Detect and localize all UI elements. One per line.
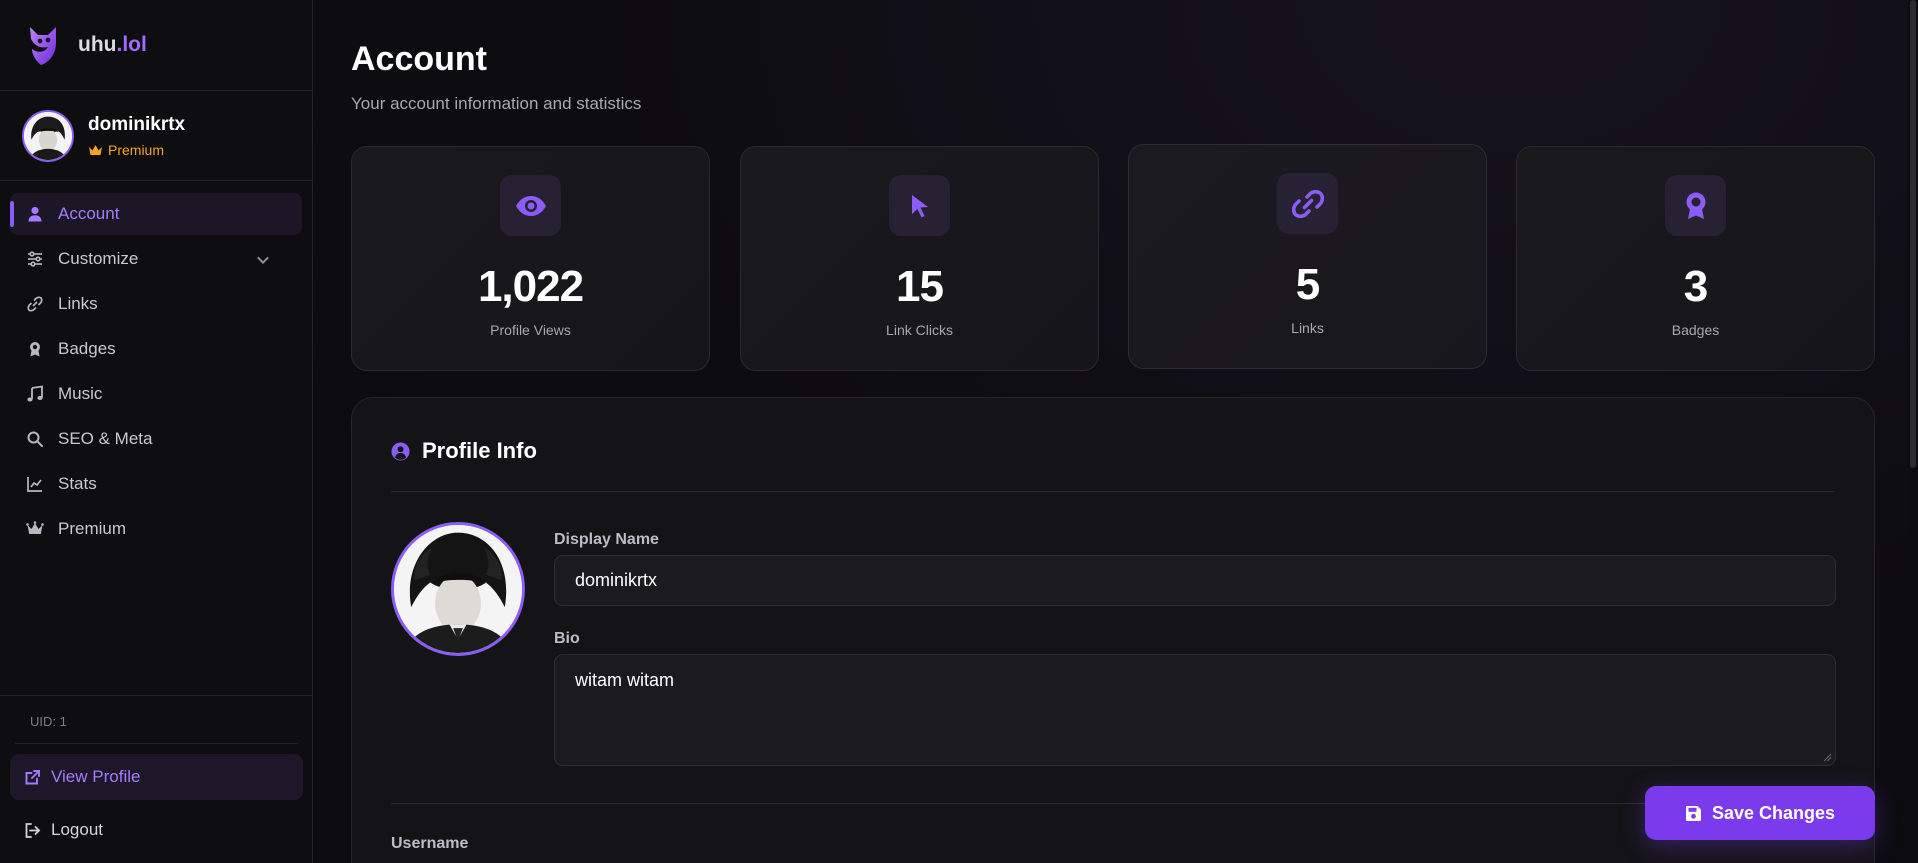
stat-label: Links [1291, 320, 1324, 336]
divider [391, 803, 1835, 804]
sidebar-item-links[interactable]: Links [10, 283, 302, 325]
display-name-input[interactable]: dominikrtx [554, 555, 1836, 606]
view-profile-button[interactable]: View Profile [10, 754, 303, 800]
link-icon [1291, 189, 1324, 218]
stat-value: 3 [1683, 262, 1709, 311]
sidebar-item-customize[interactable]: Customize [10, 238, 302, 280]
profile-avatar[interactable] [391, 522, 525, 656]
cursor-icon [911, 194, 928, 217]
page-title: Account [351, 40, 487, 78]
user-circle-icon [391, 442, 410, 460]
sliders-icon [28, 251, 42, 267]
resize-grip-icon[interactable] [1823, 753, 1832, 762]
link-icon [27, 296, 43, 312]
user-icon [28, 206, 42, 222]
stat-label: Profile Views [490, 322, 571, 338]
stat-value: 15 [896, 262, 944, 311]
section-header: Profile Info [391, 438, 537, 464]
owl-logo-icon [30, 27, 56, 65]
sidebar-item-music[interactable]: Music [10, 373, 302, 415]
premium-badge: Premium [88, 142, 185, 158]
divider [391, 491, 1835, 492]
brand[interactable]: uhu.lol [0, 0, 312, 91]
stat-value: 1,022 [477, 262, 584, 311]
stat-label: Badges [1671, 322, 1720, 338]
music-icon [27, 385, 43, 402]
main-content: Account Your account information and sta… [314, 0, 1908, 863]
award-icon [1686, 192, 1705, 219]
sidebar-item-stats[interactable]: Stats [10, 463, 302, 505]
logout-button[interactable]: Logout [10, 808, 303, 852]
user-id: UID: 1 [15, 714, 298, 744]
crown-icon [26, 521, 44, 534]
profile-name: dominikrtx [88, 113, 186, 135]
sidebar-item-seo-meta[interactable]: SEO & Meta [10, 418, 302, 460]
scrollbar-thumb[interactable] [1910, 0, 1916, 468]
external-link-icon [25, 769, 40, 784]
bio-textarea[interactable]: witam witam [554, 654, 1836, 766]
page-subtitle: Your account information and statistics [351, 94, 642, 113]
sidebar-profile[interactable]: dominikrtx Premium [0, 91, 312, 181]
chart-line-icon [27, 477, 42, 492]
bio-label: Bio [554, 630, 580, 647]
floppy-disk-icon [1685, 805, 1701, 821]
brand-name: uhu.lol [78, 33, 147, 56]
sidebar-footer: UID: 1 View Profile Logout [0, 695, 313, 863]
sidebar-item-badges[interactable]: Badges [10, 328, 302, 370]
award-icon [30, 342, 40, 357]
eye-icon [515, 195, 546, 216]
sidebar-item-account[interactable]: Account [10, 193, 302, 235]
stat-card-badges: 3 Badges [1516, 146, 1875, 371]
stat-card-links: 5 Links [1128, 144, 1487, 369]
sidebar-nav: Account Customize Links Badges Music SEO… [0, 181, 312, 550]
crown-icon [89, 144, 102, 155]
stat-label: Link Clicks [886, 322, 953, 338]
search-icon [27, 431, 43, 447]
sidebar: uhu.lol dominikrtx Premium Account Custo… [0, 0, 313, 863]
section-title: Profile Info [422, 438, 537, 463]
save-changes-button[interactable]: Save Changes [1645, 786, 1875, 840]
stat-card-profile-views: 1,022 Profile Views [351, 146, 710, 371]
chevron-down-icon[interactable] [254, 251, 272, 269]
sidebar-item-premium[interactable]: Premium [10, 508, 302, 550]
stat-card-link-clicks: 15 Link Clicks [740, 146, 1099, 371]
username-label: Username [391, 835, 469, 852]
logout-icon [25, 822, 41, 838]
stat-value: 5 [1295, 260, 1321, 309]
display-name-label: Display Name [554, 531, 659, 548]
scrollbar[interactable] [1908, 0, 1918, 863]
avatar [22, 109, 74, 162]
